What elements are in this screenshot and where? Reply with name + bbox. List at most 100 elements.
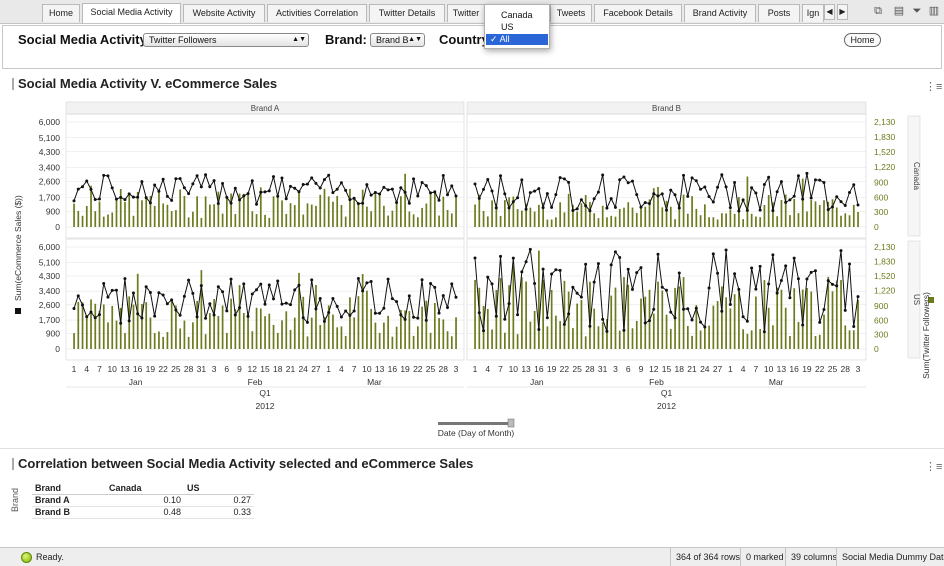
line-point <box>647 201 651 205</box>
bar-mark <box>499 215 502 227</box>
table-header[interactable]: Canada <box>106 482 184 495</box>
x-tick-label: 7 <box>352 364 357 374</box>
bar-mark <box>780 199 783 227</box>
line-point <box>665 288 668 292</box>
line-point <box>613 250 617 254</box>
line-point <box>618 255 622 259</box>
tab-website-activity[interactable]: Website Activity <box>183 4 265 22</box>
table-row[interactable]: Brand B 0.48 0.33 <box>32 506 254 519</box>
line-point <box>373 190 377 194</box>
line-point <box>412 315 416 319</box>
tab-social-media-activity[interactable]: Social Media Activity <box>82 3 181 23</box>
menu-icon[interactable]: ⋮≡ <box>925 460 942 473</box>
line-point <box>728 206 732 210</box>
line-point <box>131 291 135 295</box>
line-point <box>682 173 686 177</box>
country-option-canada[interactable]: Canada <box>486 10 548 21</box>
left-tick-label: 5,100 <box>39 257 61 267</box>
tab-activities-correlation[interactable]: Activities Correlation <box>267 4 367 22</box>
line-point <box>494 206 498 210</box>
line-point <box>639 266 643 270</box>
bar-mark <box>657 186 659 227</box>
country-option-us[interactable]: US <box>486 22 548 33</box>
bar-mark <box>635 320 638 349</box>
bar-mark <box>94 303 97 349</box>
bar-mark <box>750 213 753 227</box>
right-tick-label: 1,520 <box>874 271 896 281</box>
x-tick-label: 25 <box>171 364 181 374</box>
bookmark-icon[interactable]: ⧉ <box>872 5 884 17</box>
bar-mark <box>323 188 326 227</box>
filter-icon[interactable]: ⏷ <box>911 5 923 17</box>
tab-tweets[interactable]: Tweets <box>550 4 592 22</box>
line-point <box>813 178 817 182</box>
section-divider <box>0 448 944 449</box>
bar-mark <box>285 214 288 227</box>
bar-mark <box>729 209 732 227</box>
tab-twitter[interactable]: Twitter <box>447 4 485 22</box>
country-option-all[interactable]: ✓ All <box>486 34 548 45</box>
tab-posts[interactable]: Posts <box>758 4 800 22</box>
x-tick-label: 1 <box>473 364 478 374</box>
bar-mark <box>631 328 634 349</box>
line-point <box>148 290 152 294</box>
bar-mark <box>175 210 177 227</box>
brand-select-value: Brand B <box>376 35 409 45</box>
brand-select[interactable]: Brand B ▲▼ <box>370 33 425 47</box>
x-tick-label: 10 <box>509 364 519 374</box>
details-icon[interactable]: ▤ <box>893 5 905 17</box>
x-tick-label: 19 <box>802 364 812 374</box>
table-row[interactable]: Brand A 0.10 0.27 <box>32 494 254 507</box>
menu-icon[interactable]: ⋮≡ <box>925 80 942 93</box>
bar-mark <box>77 210 80 227</box>
line-point <box>437 198 441 202</box>
line-point <box>178 313 182 317</box>
table-header[interactable]: US <box>184 482 254 495</box>
x-tick-label: 3 <box>856 364 861 374</box>
line-point <box>677 271 681 275</box>
activity-select[interactable]: Twitter Followers ▲▼ <box>143 33 309 47</box>
bar-mark <box>425 203 428 227</box>
line-point <box>579 198 583 202</box>
line-point <box>528 247 532 251</box>
line-point <box>165 302 169 306</box>
bar-mark <box>264 316 266 349</box>
tab-ign[interactable]: Ign <box>802 4 824 22</box>
chevron-left-icon[interactable]: ◀ <box>824 4 835 20</box>
x-tick-label: 7 <box>97 364 102 374</box>
table-header[interactable]: Brand <box>32 482 106 495</box>
line-point <box>596 190 600 194</box>
chevron-right-icon[interactable]: ▶ <box>837 4 848 20</box>
tab-facebook-details[interactable]: Facebook Details <box>594 4 682 22</box>
bar-mark <box>196 300 198 349</box>
line-point <box>263 190 267 194</box>
bar-mark <box>293 205 296 227</box>
line-point <box>792 256 796 260</box>
line-point <box>677 206 681 210</box>
bar-mark <box>691 335 693 349</box>
bar-mark <box>370 308 373 349</box>
panel-icon[interactable]: ▥ <box>928 5 940 17</box>
line-point <box>233 313 237 317</box>
bar-mark <box>442 319 445 349</box>
line-point <box>694 179 698 183</box>
line-point <box>839 249 843 253</box>
line-point <box>592 197 596 201</box>
bar-mark <box>455 194 457 227</box>
line-point <box>102 173 106 177</box>
bar-mark <box>90 299 92 349</box>
bar-mark <box>840 280 842 349</box>
home-button[interactable]: Home <box>844 33 881 47</box>
tab-brand-activity[interactable]: Brand Activity <box>684 4 756 22</box>
bar-mark <box>153 205 156 227</box>
line-point <box>716 271 720 275</box>
line-point <box>246 192 250 196</box>
right-tick-label: 300 <box>874 207 888 217</box>
bar-mark <box>115 198 118 227</box>
x-tick-label: 25 <box>828 364 838 374</box>
x-tick-label: 28 <box>184 364 194 374</box>
line-point <box>305 320 309 324</box>
bar-mark <box>226 198 228 227</box>
tab-twitter-details[interactable]: Twitter Details <box>369 4 445 22</box>
tab-home[interactable]: Home <box>42 4 80 22</box>
